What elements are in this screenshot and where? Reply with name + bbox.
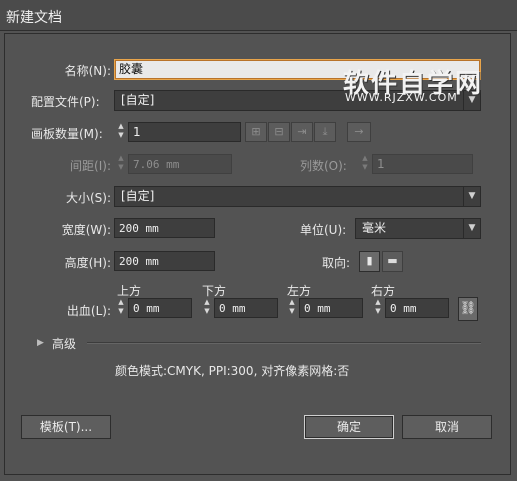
bleed-top-spinner-arrows-icon[interactable]: ▲ ▼ bbox=[115, 298, 127, 317]
spacing-label: 间距(I): bbox=[70, 159, 111, 173]
ok-button[interactable]: 确定 bbox=[304, 415, 394, 439]
bleed-left-label: 左方 bbox=[287, 284, 312, 298]
width-input[interactable]: 200 mm bbox=[114, 218, 215, 238]
portrait-orientation-icon[interactable]: ▮ bbox=[359, 251, 380, 272]
columns-label: 列数(O): bbox=[300, 159, 347, 173]
size-value: [自定] bbox=[121, 189, 155, 203]
units-dropdown[interactable]: 毫米 ▼ bbox=[355, 218, 481, 239]
profile-label: 配置文件(P): bbox=[31, 95, 100, 109]
columns-spinner-arrows-icon[interactable]: ▲ ▼ bbox=[359, 154, 371, 173]
chevron-down-icon: ▼ bbox=[463, 219, 480, 238]
templates-button[interactable]: 模板(T)... bbox=[21, 415, 111, 439]
landscape-orientation-icon[interactable]: ▬ bbox=[382, 251, 403, 272]
bleed-bottom-spinner-arrows-icon[interactable]: ▲ ▼ bbox=[201, 298, 213, 317]
size-label: 大小(S): bbox=[65, 191, 111, 205]
bleed-left-input[interactable]: 0 mm bbox=[299, 298, 363, 318]
spacing-spinner-arrows-icon[interactable]: ▲ ▼ bbox=[115, 154, 127, 173]
chevron-down-icon: ▼ bbox=[463, 187, 480, 206]
bleed-right-input[interactable]: 0 mm bbox=[385, 298, 449, 318]
watermark-url: WWW.RJZXW.COM bbox=[345, 91, 458, 104]
bleed-right-spinner-arrows-icon[interactable]: ▲ ▼ bbox=[372, 298, 384, 317]
artboards-input[interactable]: 1 bbox=[128, 122, 241, 142]
bleed-label: 出血(L): bbox=[66, 304, 111, 318]
artboards-label: 画板数量(M): bbox=[31, 127, 103, 141]
title-bar: 新建文档 bbox=[0, 0, 517, 31]
grid-by-row-icon[interactable]: ⊞ bbox=[245, 122, 267, 142]
orientation-label: 取向: bbox=[322, 256, 351, 270]
artboards-spinner-arrows-icon[interactable]: ▲ ▼ bbox=[115, 122, 127, 141]
arrange-by-column-icon[interactable]: ⤓ bbox=[314, 122, 336, 142]
profile-value: [自定] bbox=[121, 93, 155, 107]
name-label: 名称(N): bbox=[64, 64, 111, 78]
chain-link-icon[interactable]: ⛓ bbox=[458, 297, 478, 321]
height-label: 高度(H): bbox=[64, 256, 111, 270]
width-label: 宽度(W): bbox=[61, 223, 111, 237]
advanced-label[interactable]: 高级 bbox=[52, 335, 76, 352]
height-input[interactable]: 200 mm bbox=[114, 251, 215, 271]
units-label: 单位(U): bbox=[300, 223, 347, 237]
bleed-bottom-label: 下方 bbox=[202, 284, 227, 298]
advanced-divider bbox=[87, 342, 481, 344]
disclosure-triangle-icon[interactable]: ▶ bbox=[37, 338, 44, 348]
grid-by-column-icon[interactable]: ⊟ bbox=[268, 122, 290, 142]
cancel-button[interactable]: 取消 bbox=[402, 415, 492, 439]
spacing-input[interactable]: 7.06 mm bbox=[128, 154, 232, 174]
arrange-by-row-icon[interactable]: ⇥ bbox=[291, 122, 313, 142]
bleed-bottom-input[interactable]: 0 mm bbox=[214, 298, 278, 318]
bleed-right-label: 右方 bbox=[371, 284, 396, 298]
bleed-top-input[interactable]: 0 mm bbox=[128, 298, 192, 318]
units-value: 毫米 bbox=[362, 221, 387, 235]
size-dropdown[interactable]: [自定] ▼ bbox=[114, 186, 481, 207]
layout-direction-arrow-icon[interactable]: → bbox=[347, 122, 371, 142]
document-info-text: 颜色模式:CMYK, PPI:300, 对齐像素网格:否 bbox=[115, 364, 350, 378]
bleed-top-label: 上方 bbox=[117, 284, 142, 298]
bleed-left-spinner-arrows-icon[interactable]: ▲ ▼ bbox=[286, 298, 298, 317]
window-title: 新建文档 bbox=[6, 10, 62, 26]
columns-input[interactable]: 1 bbox=[372, 154, 473, 174]
